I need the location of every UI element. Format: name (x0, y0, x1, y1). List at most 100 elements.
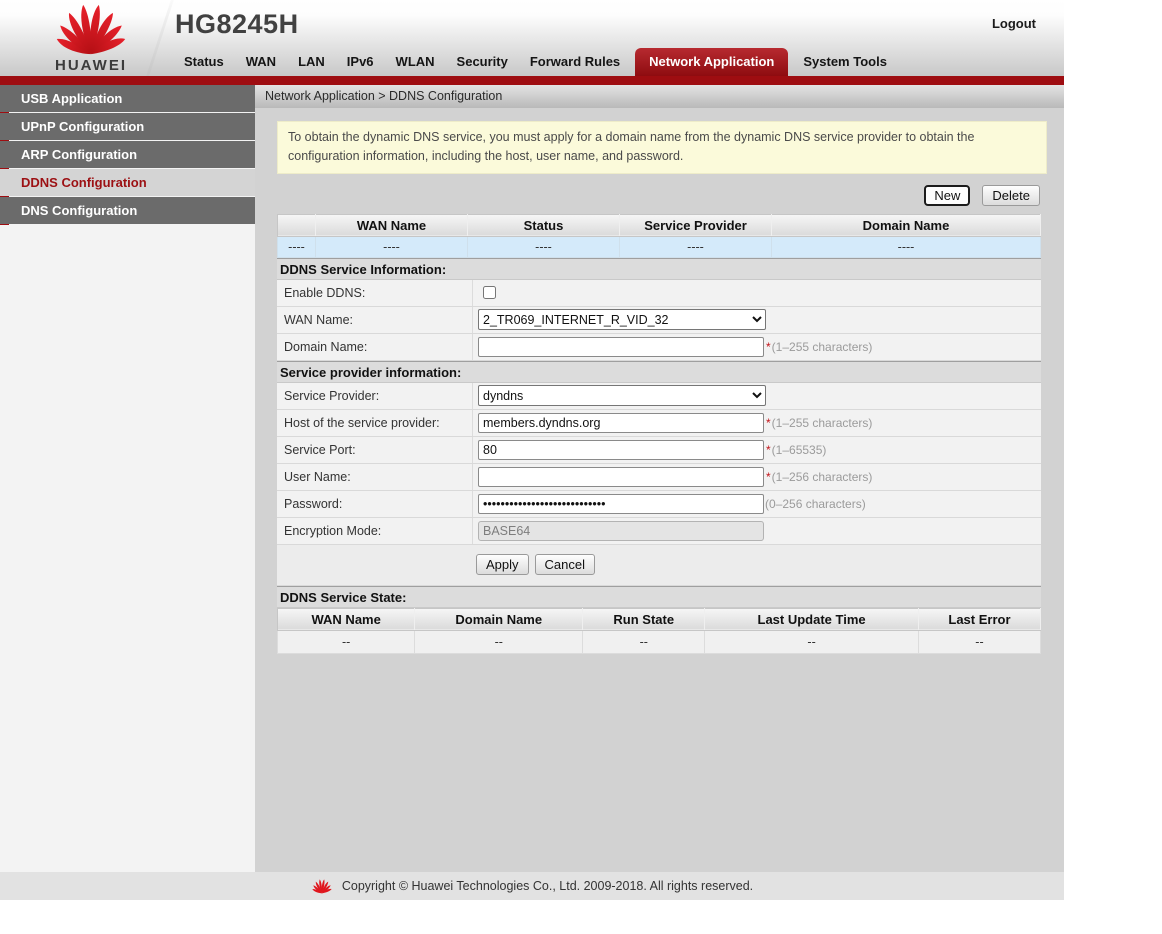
user-name-label: User Name: (277, 463, 473, 490)
cell-service-provider: ---- (619, 235, 772, 258)
tab-lan[interactable]: LAN (287, 49, 336, 76)
user-name-input[interactable] (478, 466, 764, 487)
host-hint: (1–255 characters) (771, 415, 873, 430)
footer-huawei-icon (312, 878, 332, 893)
tab-system-tools[interactable]: System Tools (792, 49, 898, 76)
page-title: HG8245H (175, 9, 299, 39)
password-hint: (0–256 characters) (765, 496, 866, 511)
table-actions: New Delete (277, 184, 1040, 206)
brand-name: HUAWEI (55, 57, 127, 74)
cell-domain-name: ---- (771, 235, 1041, 258)
form-buttons-row: Apply Cancel (277, 544, 1041, 586)
cell-last-update-time: -- (704, 629, 919, 654)
required-mark: * (766, 339, 771, 354)
password-row: Password: (0–256 characters) (277, 490, 1041, 518)
col-wan-name: WAN Name (315, 213, 468, 237)
header-divider (142, 0, 177, 76)
password-label: Password: (277, 490, 473, 517)
service-provider-select[interactable]: dyndns (478, 385, 766, 407)
cell-state-domain-name: -- (414, 629, 584, 654)
password-input[interactable] (478, 493, 764, 514)
service-provider-row: Service Provider: dyndns (277, 382, 1041, 410)
state-header-row: WAN Name Domain Name Run State Last Upda… (276, 607, 1042, 631)
table-header-row: WAN Name Status Service Provider Domain … (277, 213, 1041, 237)
domain-name-input[interactable] (478, 336, 764, 357)
domain-name-label: Domain Name: (277, 333, 473, 360)
logout-link[interactable]: Logout (992, 16, 1036, 31)
state-row: -- -- -- -- -- (276, 629, 1042, 654)
sidebar-item-usb-application[interactable]: USB Application (0, 85, 255, 112)
copyright-text: Copyright © Huawei Technologies Co., Ltd… (341, 879, 754, 893)
encryption-mode-row: Encryption Mode: (277, 517, 1041, 545)
section-ddns-service-state: DDNS Service State: (277, 585, 1041, 608)
header: HUAWEI HG8245H Logout Status WAN LAN IPv… (0, 0, 1064, 76)
domain-name-row: Domain Name: * (1–255 characters) (277, 333, 1041, 361)
domain-name-hint: (1–255 characters) (771, 339, 873, 354)
huawei-flower-icon (56, 4, 126, 55)
encryption-mode-label: Encryption Mode: (277, 517, 473, 544)
col-last-error: Last Error (917, 607, 1042, 631)
col-status: Status (467, 213, 620, 237)
section-ddns-service-information: DDNS Service Information: (277, 257, 1041, 280)
cell-wan-name: ---- (315, 235, 468, 258)
ddns-entries-table: WAN Name Status Service Provider Domain … (277, 213, 1041, 258)
new-button[interactable]: New (924, 184, 971, 206)
tab-ipv6[interactable]: IPv6 (336, 49, 385, 76)
sidebar-item-ddns-configuration[interactable]: DDNS Configuration (0, 169, 255, 196)
info-note: To obtain the dynamic DNS service, you m… (277, 121, 1047, 174)
enable-ddns-checkbox[interactable] (483, 286, 496, 300)
service-port-input[interactable] (478, 439, 764, 460)
user-name-hint: (1–256 characters) (771, 469, 873, 484)
enable-ddns-row: Enable DDNS: (277, 279, 1041, 307)
wan-name-label: WAN Name: (277, 306, 473, 333)
col-last-update-time: Last Update Time (704, 607, 919, 631)
cell-last-error: -- (917, 629, 1042, 654)
sidebar-item-dns-configuration[interactable]: DNS Configuration (0, 197, 255, 224)
col-state-wan-name: WAN Name (276, 607, 416, 631)
wan-name-select[interactable]: 2_TR069_INTERNET_R_VID_32 (478, 309, 766, 331)
required-mark: * (766, 442, 771, 457)
host-label: Host of the service provider: (277, 409, 473, 436)
host-input[interactable] (478, 412, 764, 433)
service-provider-label: Service Provider: (277, 382, 473, 409)
sidebar: USB Application UPnP Configuration ARP C… (0, 85, 255, 872)
encryption-mode-input (478, 520, 764, 541)
tab-wan[interactable]: WAN (235, 49, 287, 76)
tab-network-application[interactable]: Network Application (635, 48, 789, 76)
ddns-state-table: WAN Name Domain Name Run State Last Upda… (276, 607, 1042, 654)
tab-status[interactable]: Status (173, 49, 235, 76)
col-state-domain-name: Domain Name (414, 607, 584, 631)
wan-name-row: WAN Name: 2_TR069_INTERNET_R_VID_32 (277, 306, 1041, 334)
enable-ddns-label: Enable DDNS: (277, 279, 473, 306)
tab-security[interactable]: Security (446, 49, 519, 76)
cell-select: ---- (277, 235, 316, 258)
breadcrumb: Network Application > DDNS Configuration (255, 85, 1064, 108)
cancel-button[interactable]: Cancel (534, 554, 595, 576)
router-admin-page: HUAWEI HG8245H Logout Status WAN LAN IPv… (0, 0, 1064, 900)
service-port-hint: (1–65535) (771, 442, 827, 457)
tab-wlan[interactable]: WLAN (385, 49, 446, 76)
main-nav: Status WAN LAN IPv6 WLAN Security Forwar… (173, 48, 898, 76)
col-domain-name: Domain Name (771, 213, 1041, 237)
col-run-state: Run State (582, 607, 706, 631)
tab-forward-rules[interactable]: Forward Rules (519, 49, 631, 76)
footer: Copyright © Huawei Technologies Co., Ltd… (0, 872, 1064, 900)
required-mark: * (766, 469, 771, 484)
sidebar-item-upnp-configuration[interactable]: UPnP Configuration (0, 113, 255, 140)
col-service-provider: Service Provider (619, 213, 772, 237)
user-name-row: User Name: * (1–256 characters) (277, 463, 1041, 491)
cell-run-state: -- (582, 629, 706, 654)
service-port-label: Service Port: (277, 436, 473, 463)
cell-status: ---- (467, 235, 620, 258)
sidebar-item-arp-configuration[interactable]: ARP Configuration (0, 141, 255, 168)
main-content: Network Application > DDNS Configuration… (255, 85, 1064, 872)
table-row[interactable]: ---- ---- ---- ---- ---- (277, 235, 1041, 258)
huawei-logo: HUAWEI (36, 4, 146, 74)
section-service-provider-information: Service provider information: (277, 360, 1041, 383)
host-row: Host of the service provider: *(1–255 ch… (277, 409, 1041, 437)
service-port-row: Service Port: *(1–65535) (277, 436, 1041, 464)
apply-button[interactable]: Apply (476, 554, 529, 576)
required-mark: * (766, 415, 771, 430)
col-select (277, 213, 316, 237)
delete-button[interactable]: Delete (982, 184, 1040, 206)
